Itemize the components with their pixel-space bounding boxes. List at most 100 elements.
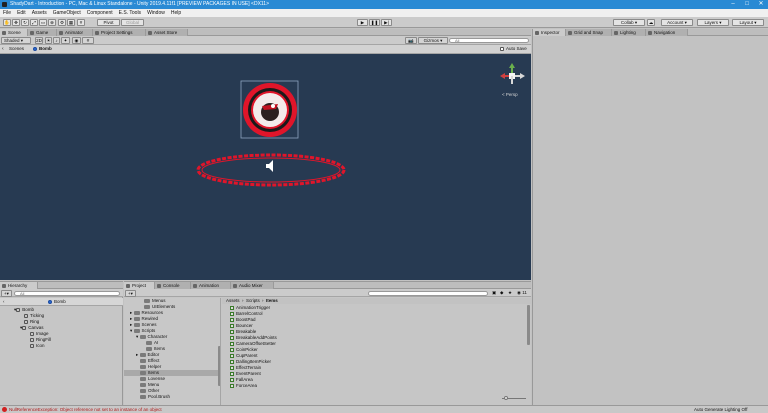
hand-tool-icon[interactable]: ✋	[3, 19, 11, 26]
folder-icon	[140, 388, 146, 393]
hidden-packages-icon[interactable]: ◉ 11	[517, 290, 527, 296]
pause-button[interactable]: ❚❚	[369, 19, 380, 26]
bomb-icon[interactable]	[240, 80, 299, 139]
project-search-input[interactable]	[368, 290, 488, 296]
maximize-button[interactable]: □	[740, 0, 754, 9]
global-toggle[interactable]: Global	[121, 19, 144, 26]
hidden-objects-icon[interactable]: ◉	[72, 37, 81, 44]
hierarchy-search-input[interactable]: All	[14, 290, 120, 296]
step-button[interactable]: ▶|	[381, 19, 392, 26]
back-arrow-icon[interactable]: ‹	[3, 299, 5, 305]
status-error-message[interactable]: NullReferenceException: Object reference…	[9, 406, 162, 413]
tab-audio-mixer[interactable]: Audio Mixer	[231, 282, 274, 289]
hierarchy-scene-label: Bomb	[54, 299, 66, 304]
pivot-toggle[interactable]: Pivot	[97, 19, 120, 26]
orientation-gizmo[interactable]	[500, 63, 525, 84]
menu-window[interactable]: Window	[147, 10, 165, 16]
autosave-toggle[interactable]: Auto Save	[500, 46, 527, 52]
grid-toggle-icon[interactable]: #	[82, 37, 94, 44]
collab-dropdown[interactable]: Collab ▾	[613, 19, 645, 26]
menu-edit[interactable]: Edit	[17, 10, 26, 16]
tab-console[interactable]: Console	[155, 282, 191, 289]
folder-item-selected[interactable]: Items	[124, 370, 220, 376]
menu-help[interactable]: Help	[171, 10, 181, 16]
breadcrumb-items[interactable]: Items	[266, 298, 278, 304]
script-file-label: CoinPicker	[236, 347, 258, 352]
layout-dropdown[interactable]: Layout ▾	[732, 19, 764, 26]
hierarchy-item[interactable]: Icon	[30, 343, 45, 349]
snap-tool-icon[interactable]: ▦	[67, 19, 75, 26]
tab-grid-and-snap[interactable]: Grid and Snap	[566, 29, 612, 36]
script-file-label: Breakable	[236, 329, 257, 334]
tab-asset-store[interactable]: Asset Store	[146, 29, 188, 36]
scene-canvas	[196, 63, 525, 187]
menu-gameobject[interactable]: GameObject	[53, 10, 81, 16]
tab-navigation[interactable]: Navigation	[646, 29, 688, 36]
script-file-label: Bouncer	[236, 323, 253, 328]
tab-project[interactable]: Project	[124, 282, 155, 289]
rect-tool-icon[interactable]: ▭	[39, 19, 47, 26]
tab-project-settings[interactable]: Project Settings	[93, 29, 146, 36]
grid-tool-icon[interactable]: #	[77, 19, 85, 26]
menu-file[interactable]: File	[3, 10, 11, 16]
favorites-star-icon[interactable]: ★	[508, 290, 512, 296]
folder-item[interactable]: Pool.Brush	[140, 394, 170, 400]
tab-scene[interactable]: Scene	[0, 29, 28, 36]
move-tool-icon[interactable]: ✥	[12, 19, 20, 26]
breadcrumb-scripts[interactable]: Scripts	[246, 298, 260, 304]
lighting-toggle-icon[interactable]: ☀	[45, 37, 52, 44]
tab-hierarchy[interactable]: Hierarchy	[0, 282, 38, 289]
folder-icon	[146, 340, 152, 345]
menu-es-tools[interactable]: E.S. Tools	[119, 10, 141, 16]
file-list-scrollbar[interactable]	[527, 305, 530, 345]
shading-mode-dropdown[interactable]: Shaded ▾	[1, 37, 31, 44]
breadcrumb-assets[interactable]: Assets	[226, 298, 240, 304]
menu-component[interactable]: Component	[87, 10, 113, 16]
effects-toggle-icon[interactable]: ✦	[61, 37, 70, 44]
script-file[interactable]: ForceArea	[230, 383, 257, 389]
audio-toggle-icon[interactable]: ♪	[53, 37, 60, 44]
folder-tree-scrollbar[interactable]	[218, 346, 220, 386]
create-asset-dropdown[interactable]: +▾	[125, 290, 136, 297]
info-icon	[535, 30, 539, 35]
search-by-type-icon[interactable]: ▣	[492, 290, 496, 296]
minimize-button[interactable]: –	[726, 0, 740, 9]
tab-game[interactable]: Game	[28, 29, 57, 36]
hierarchy-list-icon	[2, 283, 6, 288]
custom-tool-icon[interactable]: ⚙	[58, 19, 66, 26]
csharp-script-icon	[230, 323, 234, 328]
back-arrow-icon[interactable]: ‹	[2, 46, 4, 52]
tab-animation[interactable]: Animation	[191, 282, 231, 289]
account-dropdown[interactable]: Account ▾	[661, 19, 693, 26]
icon-size-slider-handle[interactable]	[504, 396, 508, 400]
csharp-script-icon	[230, 317, 234, 322]
tab-animator[interactable]: Animator	[57, 29, 93, 36]
scene-search-input[interactable]: All	[449, 38, 529, 43]
tab-lighting[interactable]: Lighting	[612, 29, 646, 36]
status-lighting[interactable]: Auto Generate Lighting Off	[694, 406, 747, 413]
close-button[interactable]: ✕	[754, 0, 768, 9]
scale-tool-icon[interactable]: ⤢	[30, 19, 38, 26]
breadcrumb-scenes[interactable]: Scenes	[9, 46, 24, 52]
project-tab-bar: Project Console Animation Audio Mixer	[124, 282, 531, 289]
mode-2d-toggle[interactable]: 2D	[35, 37, 43, 44]
menu-assets[interactable]: Assets	[32, 10, 47, 16]
tab-inspector[interactable]: Inspector	[533, 29, 566, 36]
perspective-label[interactable]: < Persp	[502, 92, 518, 98]
tab-audio-mixer-label: Audio Mixer	[239, 283, 263, 288]
breadcrumb-bomb[interactable]: Bomb	[33, 46, 52, 52]
animator-icon	[59, 30, 63, 35]
gizmos-dropdown[interactable]: Gizmos ▾	[418, 37, 448, 44]
scene-viewport[interactable]: < Persp	[0, 54, 531, 280]
create-dropdown[interactable]: +▾	[1, 290, 12, 297]
rotate-tool-icon[interactable]: ↻	[21, 19, 29, 26]
layers-dropdown[interactable]: Layers ▾	[697, 19, 729, 26]
transform-tool-icon[interactable]: ⊕	[48, 19, 56, 26]
play-button[interactable]: ▶	[357, 19, 368, 26]
audio-source-icon[interactable]	[266, 160, 273, 172]
gameobject-icon	[30, 337, 34, 342]
cloud-icon[interactable]: ☁	[647, 19, 655, 26]
camera-settings-icon[interactable]: 📷	[405, 37, 417, 44]
hierarchy-tab-bar: Hierarchy	[0, 282, 123, 289]
search-by-label-icon[interactable]: ◆	[500, 290, 503, 296]
